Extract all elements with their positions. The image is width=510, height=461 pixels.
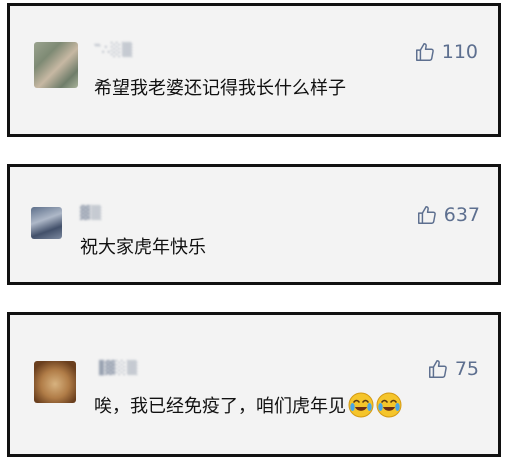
- avatar[interactable]: [31, 207, 62, 239]
- like-count: 110: [441, 41, 478, 63]
- thumbs-up-icon: [428, 360, 447, 378]
- username[interactable]: ▐▓░▒: [94, 361, 138, 376]
- comment-text: 唉，我已经免疫了，咱们虎年见: [94, 396, 346, 417]
- avatar[interactable]: [34, 42, 78, 88]
- comment-card: ‷∴░▒ 110 希望我老婆还记得我长什么样子: [7, 3, 501, 137]
- thumbs-up-icon: [417, 206, 436, 224]
- comment-text: 希望我老婆还记得我长什么样子: [94, 78, 346, 99]
- crying-laughing-icon: [376, 392, 402, 418]
- like-count: 75: [454, 358, 479, 380]
- comment-card: ▓▒ 637 祝大家虎年快乐: [7, 164, 501, 285]
- username[interactable]: ▓▒: [80, 206, 102, 221]
- like-button[interactable]: 75: [427, 358, 479, 380]
- comment-card: ▐▓░▒ 75 唉，我已经免疫了，咱们虎年见: [7, 312, 501, 457]
- comment-text-row: 唉，我已经免疫了，咱们虎年见: [94, 392, 402, 418]
- like-count: 637: [443, 204, 480, 226]
- thumbs-up-icon: [415, 43, 434, 61]
- crying-laughing-icon: [348, 392, 374, 418]
- like-button[interactable]: 110: [414, 41, 478, 63]
- avatar[interactable]: [34, 361, 76, 403]
- like-button[interactable]: 637: [416, 204, 480, 226]
- username[interactable]: ‷∴░▒: [94, 43, 133, 58]
- comment-text: 祝大家虎年快乐: [80, 237, 206, 258]
